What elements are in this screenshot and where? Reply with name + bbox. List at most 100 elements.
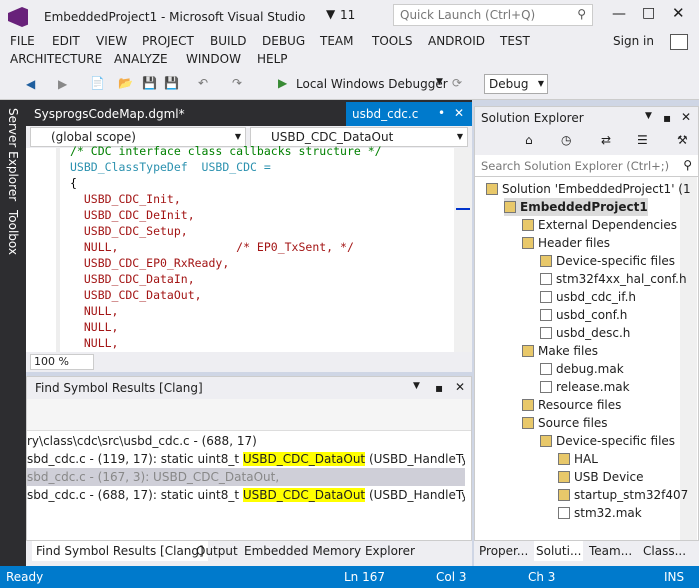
- tab-properties[interactable]: Proper...: [479, 541, 528, 561]
- tree-item[interactable]: usbd_desc.h: [540, 324, 630, 342]
- chevron-down-icon[interactable]: ▼: [436, 77, 443, 87]
- tree-item[interactable]: HAL: [558, 450, 598, 468]
- tab-team[interactable]: Team...: [589, 541, 632, 561]
- properties-icon[interactable]: ☰: [637, 133, 648, 147]
- tree-item-label: usbd_desc.h: [556, 326, 631, 340]
- toolbox-tab[interactable]: Toolbox: [6, 210, 20, 255]
- menu-window[interactable]: WINDOW: [186, 52, 241, 66]
- tree-item-label: USB Device: [574, 470, 644, 484]
- code-line: USBD_ClassTypeDef USBD_CDC =: [70, 160, 271, 174]
- scroll-marker: [456, 208, 470, 210]
- tree-item[interactable]: stm32.mak: [558, 504, 642, 522]
- tree-item[interactable]: Resource files: [522, 396, 621, 414]
- tree-item[interactable]: startup_stm32f407: [558, 486, 688, 504]
- tree-item[interactable]: usbd_conf.h: [540, 306, 627, 324]
- tree-item[interactable]: release.mak: [540, 378, 630, 396]
- find-result-text: sbd_cdc.c - (167, 3): USBD_CDC_DataOut,: [27, 470, 280, 484]
- tree-item-label: Source files: [538, 416, 608, 430]
- filter-icon[interactable]: ▼: [326, 7, 335, 21]
- minimize-button[interactable]: —: [612, 6, 626, 22]
- pin-icon[interactable]: •: [438, 106, 445, 120]
- se-search-placeholder: Search Solution Explorer (Ctrl+;): [481, 159, 670, 173]
- tree-item[interactable]: debug.mak: [540, 360, 624, 378]
- tree-item[interactable]: Solution 'EmbeddedProject1' (1: [486, 180, 691, 198]
- tree-item-icon: [522, 219, 534, 231]
- tab-codemap[interactable]: SysprogsCodeMap.dgml*: [34, 107, 185, 121]
- tab-memory-explorer[interactable]: Embedded Memory Explorer: [244, 541, 415, 561]
- chevron-down-icon: ▼: [234, 132, 241, 141]
- tree-item[interactable]: Device-specific files: [540, 252, 675, 270]
- find-result-row[interactable]: sbd_cdc.c - (167, 3): USBD_CDC_DataOut,: [27, 468, 465, 486]
- find-result-row[interactable]: sbd_cdc.c - (688, 17): static uint8_t US…: [27, 486, 465, 504]
- menu-edit[interactable]: EDIT: [52, 34, 80, 48]
- scrollbar[interactable]: [454, 148, 472, 352]
- sync-icon[interactable]: ⇄: [601, 133, 611, 147]
- wrench-icon[interactable]: ⚒: [677, 133, 688, 147]
- menu-team[interactable]: TEAM: [320, 34, 353, 48]
- menu-debug[interactable]: DEBUG: [262, 34, 305, 48]
- tab-output[interactable]: Output: [196, 541, 238, 561]
- tree-item[interactable]: stm32f4xx_hal_conf.h: [540, 270, 687, 288]
- refresh-icon[interactable]: ⟳: [452, 76, 462, 90]
- menu-test[interactable]: TEST: [500, 34, 530, 48]
- user-icon[interactable]: [670, 34, 688, 50]
- tab-class[interactable]: Class...: [643, 541, 686, 561]
- menu-tools[interactable]: TOOLS: [372, 34, 413, 48]
- code-line: USBD_CDC_Init,: [70, 192, 181, 206]
- tree-item[interactable]: Make files: [522, 342, 598, 360]
- undo-icon[interactable]: ↶: [198, 76, 208, 90]
- tree-item[interactable]: External Dependencies: [522, 216, 677, 234]
- pin-icon[interactable]: ▪: [663, 111, 671, 125]
- new-project-icon[interactable]: 📄: [90, 76, 105, 90]
- zoom-select[interactable]: 100 %: [30, 354, 94, 370]
- debugger-button[interactable]: Local Windows Debugger: [296, 77, 448, 91]
- find-result-row[interactable]: ry\class\cdc\src\usbd_cdc.c - (688, 17): [27, 432, 465, 450]
- home-icon[interactable]: ⌂: [525, 133, 533, 147]
- tree-item-icon: [558, 507, 570, 519]
- open-icon[interactable]: 📂: [118, 76, 133, 90]
- zoom-bar: 100 %: [26, 352, 472, 372]
- quick-launch-input[interactable]: Quick Launch (Ctrl+Q) ⚲: [393, 4, 593, 26]
- start-debug-icon[interactable]: ▶: [278, 76, 287, 90]
- menu-architecture[interactable]: ARCHITECTURE: [10, 52, 102, 66]
- menu-help[interactable]: HELP: [257, 52, 288, 66]
- status-text: Ready: [6, 570, 44, 584]
- menu-build[interactable]: BUILD: [210, 34, 246, 48]
- history-icon[interactable]: ◷: [561, 133, 571, 147]
- scope-value: (global scope): [51, 130, 136, 144]
- tree-item-icon: [522, 399, 534, 411]
- server-explorer-tab[interactable]: Server Explorer: [6, 108, 20, 201]
- tab-solution[interactable]: Soluti...: [534, 541, 584, 561]
- close-tab-icon[interactable]: ✕: [454, 106, 464, 120]
- notification-count[interactable]: 11: [340, 8, 355, 22]
- se-search[interactable]: Search Solution Explorer (Ctrl+;) ⚲: [475, 155, 698, 177]
- tab-find-symbol[interactable]: Find Symbol Results [Clang]: [32, 541, 208, 561]
- tab-usbd-cdc[interactable]: usbd_cdc.c • ✕: [346, 102, 472, 126]
- tree-item[interactable]: Device-specific files: [540, 432, 675, 450]
- menu-file[interactable]: FILE: [10, 34, 35, 48]
- tree-item[interactable]: Header files: [522, 234, 610, 252]
- redo-icon[interactable]: ↷: [232, 76, 242, 90]
- sign-in-link[interactable]: Sign in: [613, 34, 654, 48]
- menu-analyze[interactable]: ANALYZE: [114, 52, 168, 66]
- menu-android[interactable]: ANDROID: [428, 34, 485, 48]
- menu-project[interactable]: PROJECT: [142, 34, 194, 48]
- close-button[interactable]: ✕: [672, 4, 685, 22]
- config-select[interactable]: Debug ▼: [484, 74, 548, 94]
- chevron-down-icon[interactable]: ▼: [413, 381, 420, 391]
- close-icon[interactable]: ✕: [455, 380, 465, 394]
- tree-item[interactable]: EmbeddedProject1: [504, 198, 648, 216]
- tree-item[interactable]: USB Device: [558, 468, 644, 486]
- pin-icon[interactable]: ▪: [435, 381, 443, 395]
- tree-item[interactable]: Source files: [522, 414, 608, 432]
- tree-item[interactable]: usbd_cdc_if.h: [540, 288, 636, 306]
- back-icon[interactable]: ◀: [26, 77, 35, 91]
- maximize-button[interactable]: □: [642, 5, 655, 21]
- save-icon[interactable]: 💾: [142, 76, 157, 90]
- find-result-row[interactable]: sbd_cdc.c - (119, 17): static uint8_t US…: [27, 450, 465, 468]
- save-all-icon[interactable]: 💾: [164, 76, 179, 90]
- menu-view[interactable]: VIEW: [96, 34, 127, 48]
- chevron-down-icon[interactable]: ▼: [645, 111, 652, 121]
- forward-icon[interactable]: ▶: [58, 77, 67, 91]
- close-icon[interactable]: ✕: [681, 110, 691, 124]
